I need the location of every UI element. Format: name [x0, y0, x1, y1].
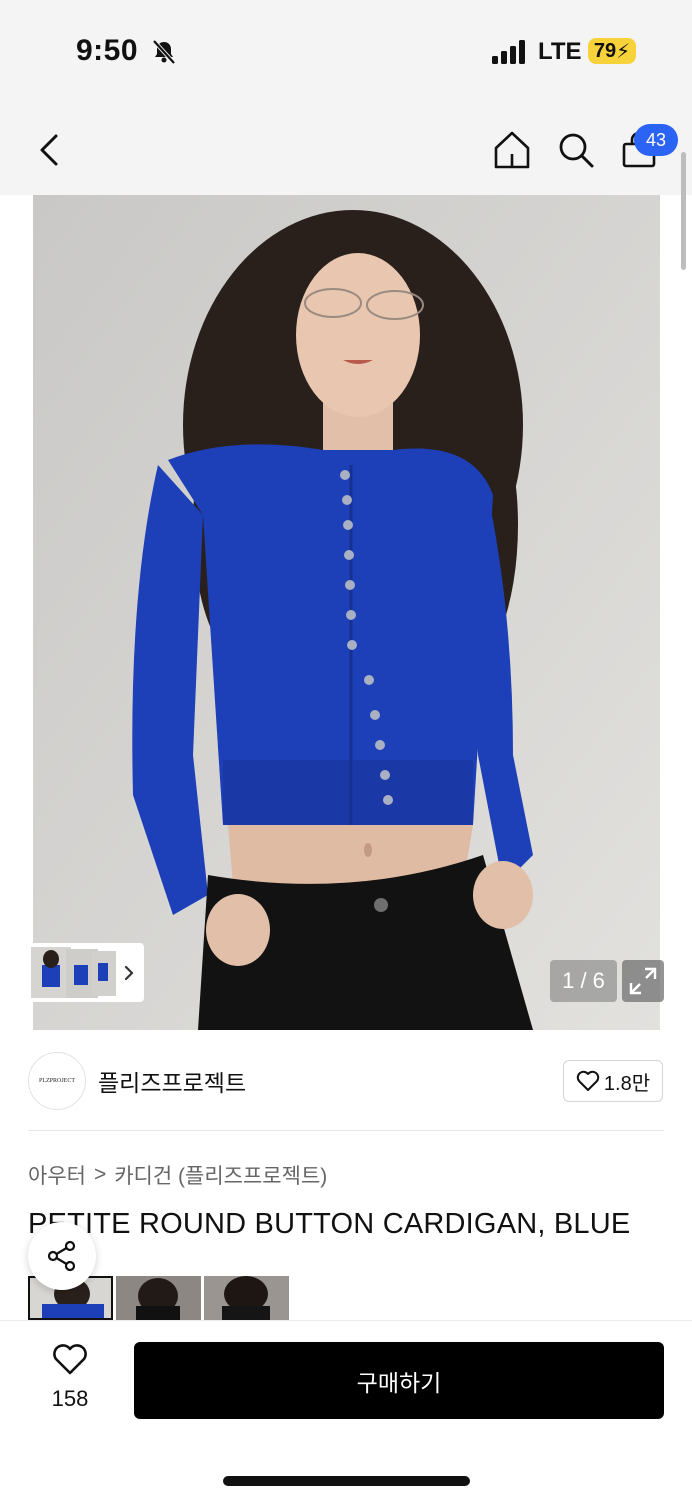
- status-time: 9:50: [76, 34, 139, 67]
- product-title: PETITE ROUND BUTTON CARDIGAN, BLUE: [28, 1208, 631, 1240]
- buy-button[interactable]: 구매하기: [134, 1342, 664, 1419]
- home-icon[interactable]: [490, 128, 534, 172]
- wishlist-count: 158: [51, 1386, 89, 1411]
- search-icon[interactable]: [554, 128, 598, 172]
- heart-outline-icon: [53, 1344, 87, 1375]
- breadcrumb-category[interactable]: 아우터: [28, 1160, 86, 1190]
- product-image[interactable]: [33, 195, 660, 1030]
- share-button[interactable]: [28, 1222, 96, 1290]
- chevron-right-icon: [124, 965, 134, 981]
- expand-icon[interactable]: [622, 960, 664, 1002]
- product-photo: [33, 195, 660, 1030]
- home-indicator: [223, 1476, 470, 1486]
- gallery-thumbnail-image: [222, 1276, 270, 1320]
- charging-icon: ⚡: [616, 40, 631, 63]
- gallery-thumbnail[interactable]: [204, 1276, 289, 1320]
- image-counter: 1 / 6: [550, 960, 617, 1002]
- breadcrumb-separator: >: [93, 1163, 107, 1186]
- breadcrumb: 아우터 > 카디건 (플리즈프로젝트): [28, 1160, 327, 1190]
- divider: [28, 1130, 664, 1131]
- back-icon[interactable]: [28, 128, 72, 172]
- network-label: LTE: [538, 38, 582, 65]
- battery-level: 79: [593, 39, 617, 62]
- breadcrumb-subcategory[interactable]: 카디건 (플리즈프로젝트): [114, 1160, 327, 1190]
- gallery-thumbnail-image: [136, 1278, 180, 1320]
- brand-name[interactable]: 플리즈프로젝트: [98, 1064, 246, 1098]
- share-icon: [47, 1240, 76, 1272]
- brand-logo-text: PLZPROJECT: [38, 1078, 75, 1084]
- wishlist-button[interactable]: [40, 1344, 100, 1381]
- gallery-thumbnail[interactable]: [116, 1276, 201, 1320]
- battery-indicator: 79 ⚡: [588, 38, 636, 64]
- scrollbar[interactable]: [681, 152, 686, 270]
- bell-muted-icon: [152, 39, 176, 65]
- cart-count-badge: 43: [634, 124, 678, 156]
- gallery-preview-thumbnails: [31, 947, 134, 998]
- gallery-preview-strip[interactable]: [28, 943, 144, 1002]
- brand-logo[interactable]: PLZPROJECT: [28, 1052, 86, 1110]
- brand-like-button[interactable]: 1.8만: [563, 1060, 663, 1102]
- heart-icon: [576, 1070, 600, 1091]
- brand-like-count: 1.8만: [603, 1072, 651, 1095]
- signal-icon: [492, 40, 525, 64]
